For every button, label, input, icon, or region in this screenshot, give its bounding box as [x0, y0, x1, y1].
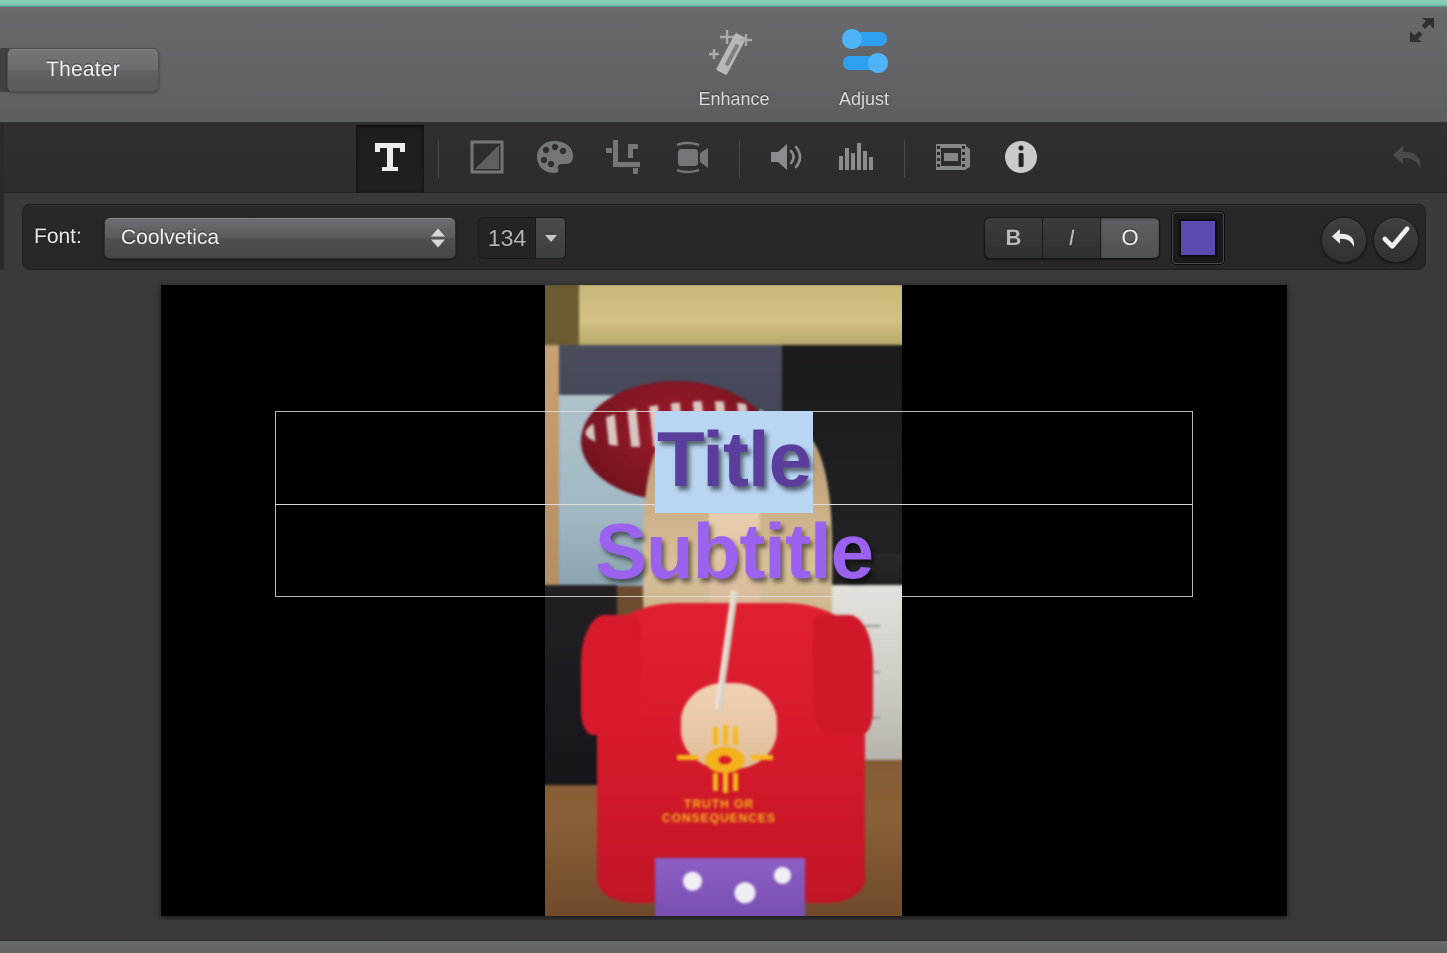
- noise-reduction-tool-button[interactable]: [822, 125, 890, 193]
- bottom-chrome-strip: [0, 940, 1447, 953]
- color-correction-tool-button[interactable]: [521, 125, 589, 193]
- fullscreen-expand-icon: [1408, 16, 1436, 49]
- bold-label: B: [1005, 225, 1022, 250]
- font-size-dropdown-button[interactable]: [535, 218, 565, 258]
- top-accent-strip: [0, 0, 1447, 7]
- toolbar-divider: [739, 140, 740, 178]
- clip-filter-tool-button[interactable]: [919, 125, 987, 193]
- bold-button[interactable]: B: [985, 218, 1043, 258]
- title-text[interactable]: Title: [275, 411, 1193, 513]
- top-toolbar: Theater Enhance Adjust: [0, 7, 1447, 125]
- video-content: TRUTH OR CONSEQUENCES: [545, 285, 902, 916]
- crop-icon: [604, 138, 642, 181]
- enhance-adjust-group: Enhance Adjust: [684, 21, 914, 110]
- adjust-label: Adjust: [838, 89, 890, 109]
- adjust-button[interactable]: Adjust: [814, 21, 914, 110]
- stabilization-tool-button[interactable]: [657, 125, 725, 193]
- equalizer-bars-icon: [836, 140, 876, 179]
- revert-to-original-button[interactable]: [1391, 125, 1425, 193]
- crop-tool-button[interactable]: [589, 125, 657, 193]
- font-label: Font:: [34, 225, 82, 248]
- subtitle-text[interactable]: Subtitle: [275, 512, 1193, 590]
- text-style-group: B I O: [984, 217, 1160, 259]
- font-confirm-button[interactable]: [1373, 217, 1419, 263]
- undo-arrow-icon: [1330, 225, 1358, 256]
- outline-button[interactable]: O: [1101, 218, 1159, 258]
- undo-arrow-icon: [1391, 141, 1425, 178]
- font-family-select[interactable]: Coolvetica: [104, 217, 456, 259]
- text-color-swatch-button[interactable]: [1172, 212, 1224, 264]
- text-T-icon: [370, 137, 410, 182]
- film-strip-icon: [933, 140, 973, 179]
- color-balance-tool-button[interactable]: [453, 125, 521, 193]
- info-circle-icon: [1003, 139, 1039, 180]
- font-size-value[interactable]: 134: [479, 218, 535, 258]
- viewer-area: TRUTH OR CONSEQUENCES Title Subtitle: [0, 270, 1447, 920]
- info-tool-button[interactable]: [987, 125, 1055, 193]
- theater-button-label: Theater: [46, 58, 120, 81]
- text-color-swatch: [1179, 219, 1217, 257]
- video-preview-frame[interactable]: TRUTH OR CONSEQUENCES Title Subtitle: [161, 285, 1287, 916]
- toolbar-divider: [904, 140, 905, 178]
- fullscreen-expand-button[interactable]: [1403, 13, 1441, 51]
- magic-wand-icon: [703, 21, 765, 83]
- toolbar-divider: [438, 140, 439, 178]
- chevron-down-icon: [544, 234, 557, 242]
- checkmark-icon: [1382, 225, 1410, 256]
- enhance-label: Enhance: [698, 89, 770, 109]
- paint-palette-icon: [535, 139, 575, 180]
- font-undo-button[interactable]: [1321, 217, 1367, 263]
- italic-label: I: [1068, 225, 1075, 250]
- font-family-stepper-icon: [431, 228, 445, 248]
- enhance-button[interactable]: Enhance: [684, 21, 784, 110]
- font-size-control[interactable]: 134: [478, 217, 566, 259]
- volume-tool-button[interactable]: [754, 125, 822, 193]
- outline-label: O: [1121, 225, 1139, 250]
- speaker-icon: [768, 140, 808, 179]
- titles-text-tool-button[interactable]: [356, 125, 424, 193]
- adjustment-icon-toolbar: [0, 125, 1447, 193]
- half-filled-square-icon: [469, 139, 505, 180]
- imovie-window: Theater Enhance Adjust Font: Coolvetica …: [0, 0, 1447, 953]
- sliders-icon: [833, 21, 895, 83]
- bottom-area: [0, 920, 1447, 953]
- subtitle-text-value: Subtitle: [595, 507, 874, 595]
- theater-button[interactable]: Theater: [7, 48, 159, 92]
- video-camera-icon: [671, 139, 711, 180]
- title-text-value: Title: [655, 411, 813, 513]
- italic-button[interactable]: I: [1043, 218, 1101, 258]
- font-family-value: Coolvetica: [121, 226, 220, 249]
- shirt-text: TRUTH OR CONSEQUENCES: [661, 797, 777, 825]
